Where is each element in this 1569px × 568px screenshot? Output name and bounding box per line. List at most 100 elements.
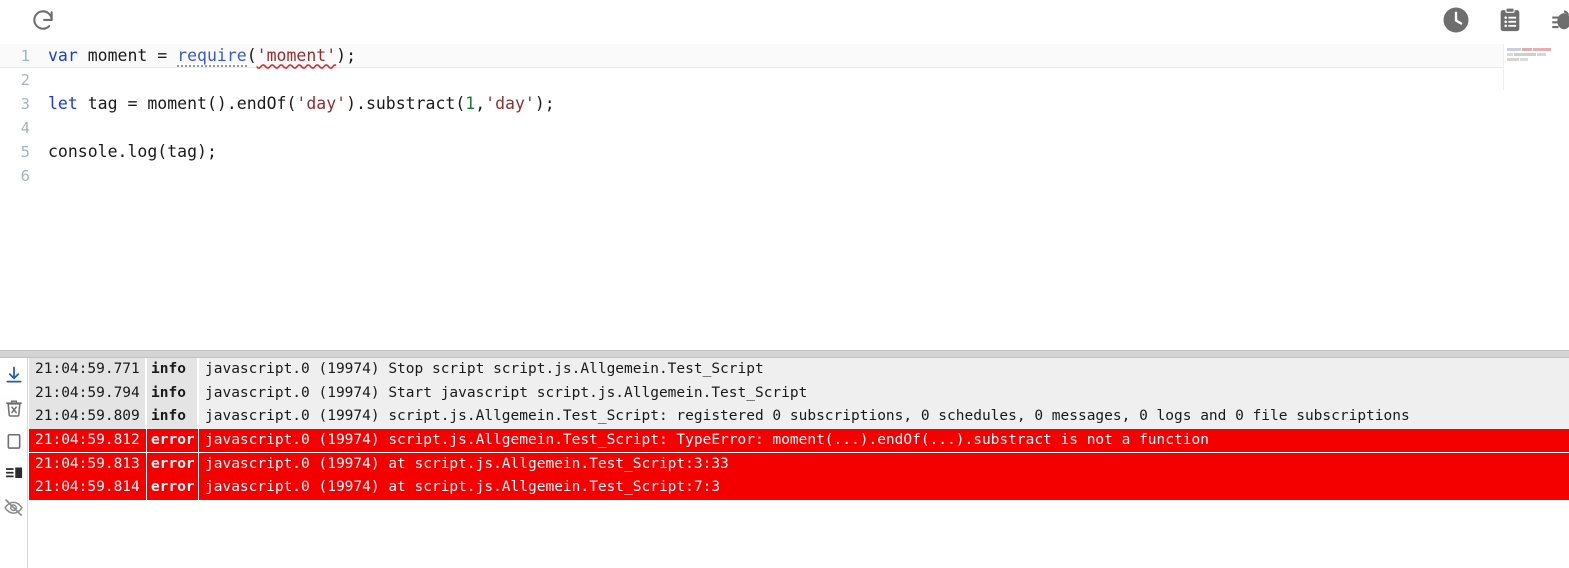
line-number: 4 — [20, 119, 30, 137]
code-line[interactable]: 1 var moment = require('moment'); — [0, 44, 1569, 68]
code-token: ; — [544, 94, 555, 113]
code-line-text[interactable]: console.log(tag); — [46, 140, 1569, 164]
minimap-segment — [1514, 53, 1536, 56]
code-line[interactable]: 2 — [0, 68, 1569, 92]
line-number: 5 — [20, 143, 30, 161]
code-token: , — [475, 94, 486, 113]
log-message: javascript.0 (19974) script.js.Allgemein… — [199, 428, 1569, 452]
hide-log-icon[interactable] — [2, 494, 26, 520]
code-token: let — [48, 94, 78, 113]
code-token: ( — [455, 94, 466, 113]
code-line[interactable]: 4 — [0, 116, 1569, 140]
log-severity: error — [147, 452, 199, 476]
code-token: ( — [286, 94, 297, 113]
log-severity: error — [147, 476, 199, 500]
log-row[interactable]: 21:04:59.813 error javascript.0 (19974) at… — [29, 452, 1569, 476]
log-message: javascript.0 (19974) Start javascript sc… — [199, 381, 1569, 405]
minimap-segment — [1520, 58, 1528, 61]
code-token: 'day' — [296, 94, 347, 113]
copy-log-icon[interactable] — [2, 428, 26, 454]
minimap-segment — [1533, 48, 1551, 51]
log-row[interactable]: 21:04:59.771 info javascript.0 (19974) Sto… — [29, 358, 1569, 382]
log-message: javascript.0 (19974) at script.js.Allgem… — [199, 452, 1569, 476]
code-token: = — [147, 45, 178, 65]
code-token: require — [177, 45, 247, 67]
log-entries-list[interactable]: 21:04:59.771 info javascript.0 (19974) Sto… — [29, 358, 1569, 568]
clipboard-icon[interactable] — [1493, 3, 1527, 37]
code-line-text[interactable]: let tag = moment().endOf('day').substrac… — [46, 92, 1569, 116]
code-token: ( — [157, 142, 168, 161]
log-row[interactable]: 21:04:59.814 error javascript.0 (19974) at… — [29, 475, 1569, 500]
log-timestamp: 21:04:59.771 — [29, 358, 147, 382]
line-number: 3 — [20, 95, 30, 113]
code-token: . — [117, 142, 128, 161]
log-panel: 21:04:59.771 info javascript.0 (19974) Sto… — [0, 358, 1569, 568]
code-token: (). — [206, 94, 237, 113]
line-number: 2 — [20, 71, 30, 89]
minimap-row — [1507, 58, 1566, 61]
debug-bug-icon[interactable] — [1547, 3, 1569, 37]
log-severity: info — [147, 405, 199, 429]
log-timestamp: 21:04:59.794 — [29, 381, 147, 405]
reload-icon[interactable] — [26, 4, 60, 38]
minimap-row — [1507, 48, 1566, 51]
log-message: javascript.0 (19974) script.js.Allgemein… — [199, 405, 1569, 429]
code-token: 1 — [465, 94, 476, 113]
log-message: javascript.0 (19974) Stop script script.… — [199, 358, 1569, 382]
delete-log-icon[interactable] — [2, 395, 26, 421]
code-token: moment — [147, 94, 207, 113]
code-token: ) — [336, 45, 347, 65]
panel-splitter[interactable] — [0, 350, 1569, 358]
code-line[interactable]: 5 console.log(tag); — [0, 140, 1569, 164]
code-token: var — [48, 45, 78, 65]
minimap-segment — [1507, 58, 1519, 61]
code-token: substract — [365, 94, 456, 113]
minimap-segment — [1507, 53, 1513, 56]
log-row[interactable]: 21:04:59.794 info javascript.0 (19974) Sta… — [29, 381, 1569, 405]
code-line-text[interactable]: var moment = require('moment'); — [46, 44, 1569, 68]
code-token: tag — [167, 142, 198, 161]
layout-log-icon[interactable] — [2, 461, 26, 487]
editor-minimap[interactable] — [1503, 44, 1569, 90]
code-token: ) — [197, 142, 207, 161]
toolbar-right-group — [1439, 3, 1569, 37]
code-token: moment — [87, 45, 148, 65]
minimap-segment — [1507, 48, 1521, 51]
code-token: ; — [346, 45, 357, 65]
minimap-segment — [1537, 53, 1546, 56]
clock-icon[interactable] — [1439, 3, 1473, 37]
code-token: 'day' — [485, 94, 535, 113]
log-toolbar — [0, 358, 28, 568]
minimap-segment — [1522, 48, 1532, 51]
log-timestamp: 21:04:59.813 — [29, 452, 147, 476]
code-token: tag = — [77, 94, 148, 113]
code-editor[interactable]: 1 var moment = require('moment'); 2 3 let ta… — [0, 44, 1569, 350]
code-token: ; — [206, 142, 217, 161]
toolbar-left-group — [26, 4, 60, 38]
log-severity: error — [147, 428, 199, 452]
code-token: ( — [246, 45, 257, 65]
code-token: 'moment' — [256, 45, 337, 65]
code-token: ). — [346, 94, 366, 113]
code-lines-container[interactable]: 1 var moment = require('moment'); 2 3 let ta… — [0, 44, 1569, 350]
code-line[interactable]: 6 — [0, 164, 1569, 188]
code-token: ) — [534, 94, 545, 113]
line-number: 1 — [20, 46, 30, 65]
editor-toolbar — [0, 0, 1569, 44]
log-severity: info — [147, 381, 199, 405]
log-row[interactable]: 21:04:59.812 error javascript.0 (19974) sc… — [29, 428, 1569, 452]
code-token: log — [127, 142, 158, 161]
line-number: 6 — [20, 167, 30, 185]
scroll-to-bottom-icon[interactable] — [2, 362, 26, 388]
log-severity: info — [147, 358, 199, 382]
script-editor-window: 1 var moment = require('moment'); 2 3 let ta… — [0, 0, 1569, 568]
log-timestamp: 21:04:59.812 — [29, 428, 147, 452]
log-timestamp: 21:04:59.809 — [29, 405, 147, 429]
log-message: javascript.0 (19974) at script.js.Allgem… — [199, 476, 1569, 500]
code-line[interactable]: 3 let tag = moment().endOf('day').substra… — [0, 92, 1569, 116]
minimap-row — [1507, 53, 1566, 56]
log-row[interactable]: 21:04:59.809 info javascript.0 (19974) scr… — [29, 405, 1569, 429]
code-token: endOf — [236, 94, 287, 113]
code-token: console — [48, 142, 118, 161]
